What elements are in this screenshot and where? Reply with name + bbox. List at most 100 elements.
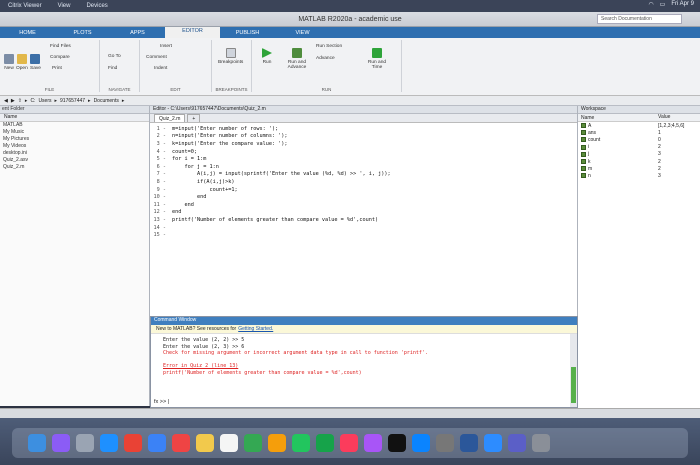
zoom-icon[interactable] — [484, 434, 502, 452]
new-tab-button[interactable]: + — [187, 114, 201, 122]
code-line[interactable]: 13 - printf('Number of elements greater t… — [150, 216, 578, 224]
line-number[interactable]: 12 - — [150, 209, 172, 215]
variable-value[interactable]: 2 — [654, 159, 700, 165]
path-segment-users[interactable]: Users — [38, 98, 51, 104]
code-text[interactable]: count=0; — [172, 149, 197, 155]
goto-button[interactable]: Go To — [108, 54, 121, 59]
up-folder-icon[interactable]: ⇧ — [18, 98, 22, 104]
command-scrollbar[interactable] — [570, 334, 577, 407]
variable-value[interactable]: [1,2,3;4,5,6] — [654, 123, 700, 129]
scroll-thumb[interactable] — [571, 367, 576, 403]
trash-icon[interactable] — [532, 434, 550, 452]
line-number[interactable]: 10 - — [150, 194, 172, 200]
line-number[interactable]: 11 - — [150, 202, 172, 208]
folder-item[interactable]: My Music — [0, 129, 149, 136]
folder-item[interactable]: My Videos — [0, 143, 149, 150]
path-segment-documents[interactable]: Documents — [94, 98, 119, 104]
tab-view[interactable]: VIEW — [275, 29, 330, 36]
code-text[interactable]: end — [172, 202, 193, 208]
line-number[interactable]: 6 - — [150, 164, 172, 170]
line-number[interactable]: 13 - — [150, 217, 172, 223]
menu-citrix[interactable]: Citrix Viewer — [8, 3, 42, 9]
code-line[interactable]: 15 - — [150, 231, 578, 239]
code-line[interactable]: 5 - for i = 1:m — [150, 155, 578, 163]
line-number[interactable]: 7 - — [150, 171, 172, 177]
code-line[interactable]: 10 - end — [150, 193, 578, 201]
variable-name[interactable]: n — [578, 173, 654, 179]
workspace-row[interactable]: k2 — [578, 158, 700, 165]
code-text[interactable]: for j = 1:n — [172, 164, 218, 170]
variable-value[interactable]: 3 — [654, 151, 700, 157]
code-line[interactable]: 1 - m=input('Enter number of rows: '); — [150, 125, 578, 133]
variable-value[interactable]: 1 — [654, 130, 700, 136]
run-advance-button[interactable]: Run and Advance — [284, 48, 310, 70]
forward-icon[interactable]: ▶ — [11, 98, 15, 104]
variable-name[interactable]: A — [578, 123, 654, 129]
variable-value[interactable]: 2 — [654, 166, 700, 172]
line-number[interactable]: 3 - — [150, 141, 172, 147]
workspace-row[interactable]: i2 — [578, 144, 700, 151]
tv-icon[interactable] — [388, 434, 406, 452]
getting-started-link[interactable]: Getting Started. — [238, 326, 273, 332]
workspace-col-name[interactable]: Name — [578, 114, 654, 121]
folder-column-name[interactable]: Name — [0, 114, 149, 122]
safari-icon[interactable] — [100, 434, 118, 452]
workspace-col-value[interactable]: Value — [654, 114, 700, 121]
podcasts-icon[interactable] — [364, 434, 382, 452]
line-number[interactable]: 14 - — [150, 225, 172, 231]
menu-view[interactable]: View — [58, 3, 71, 9]
finder-icon[interactable] — [28, 434, 46, 452]
print-button[interactable]: Print — [52, 66, 62, 71]
music-icon[interactable] — [340, 434, 358, 452]
code-text[interactable]: A(i,j) = input(sprintf('Enter the value … — [172, 171, 391, 177]
siri-icon[interactable] — [52, 434, 70, 452]
code-area[interactable]: 1 - m=input('Enter number of rows: '); 2 -… — [150, 125, 578, 239]
code-text[interactable]: count+=1; — [172, 187, 237, 193]
compare-button[interactable]: Compare — [50, 55, 70, 60]
line-number[interactable]: 8 - — [150, 179, 172, 185]
variable-value[interactable]: 3 — [654, 173, 700, 179]
battery-icon[interactable]: ▭ — [660, 1, 666, 8]
facetime-icon[interactable] — [316, 434, 334, 452]
code-text[interactable]: k=input('Enter the compare value: '); — [172, 141, 288, 147]
code-line[interactable]: 3 - k=input('Enter the compare value: '); — [150, 140, 578, 148]
breakpoints-button[interactable]: Breakpoints — [218, 48, 243, 65]
drive-icon[interactable]: C: — [30, 98, 35, 104]
variable-name[interactable]: count — [578, 137, 654, 143]
code-line[interactable]: 7 - A(i,j) = input(sprintf('Enter the va… — [150, 171, 578, 179]
folder-item[interactable]: MATLAB — [0, 122, 149, 129]
chrome-icon[interactable] — [124, 434, 142, 452]
advance-button[interactable]: Advance — [316, 56, 335, 61]
path-segment-user[interactable]: 917657447 — [60, 98, 85, 104]
line-number[interactable]: 4 - — [150, 149, 172, 155]
search-documentation-input[interactable]: Search Documentation — [597, 14, 682, 24]
code-text[interactable]: end — [172, 209, 181, 215]
folder-item[interactable]: Quiz_2.asv — [0, 157, 149, 164]
mail-icon[interactable] — [148, 434, 166, 452]
run-section-button[interactable]: Run Section — [316, 44, 342, 49]
back-icon[interactable]: ◀ — [4, 98, 8, 104]
teams-icon[interactable] — [508, 434, 526, 452]
line-number[interactable]: 15 - — [150, 232, 172, 238]
comment-button[interactable]: Comment — [146, 55, 167, 60]
workspace-row[interactable]: j3 — [578, 151, 700, 158]
insert-button[interactable]: Insert — [160, 44, 172, 49]
code-text[interactable]: printf('Number of elements greater than … — [172, 217, 378, 223]
folder-item[interactable]: desktop.ini — [0, 150, 149, 157]
wifi-icon[interactable]: ◠ — [648, 1, 653, 8]
variable-name[interactable]: m — [578, 166, 654, 172]
code-line[interactable]: 12 - end — [150, 209, 578, 217]
line-number[interactable]: 9 - — [150, 187, 172, 193]
new-button[interactable]: New — [4, 54, 14, 71]
find-button[interactable]: Find — [108, 66, 117, 71]
code-line[interactable]: 8 - if(A(i,j)>k) — [150, 178, 578, 186]
command-prompt[interactable]: fx >> | — [154, 399, 169, 405]
code-line[interactable]: 14 - — [150, 224, 578, 232]
folder-item[interactable]: Quiz_2.m — [0, 164, 149, 171]
notes-icon[interactable] — [196, 434, 214, 452]
messages-icon[interactable] — [292, 434, 310, 452]
code-line[interactable]: 4 - count=0; — [150, 148, 578, 156]
code-text[interactable]: end — [172, 194, 206, 200]
tab-editor[interactable]: EDITOR — [165, 27, 220, 38]
run-time-button[interactable]: Run and Time — [366, 48, 388, 70]
